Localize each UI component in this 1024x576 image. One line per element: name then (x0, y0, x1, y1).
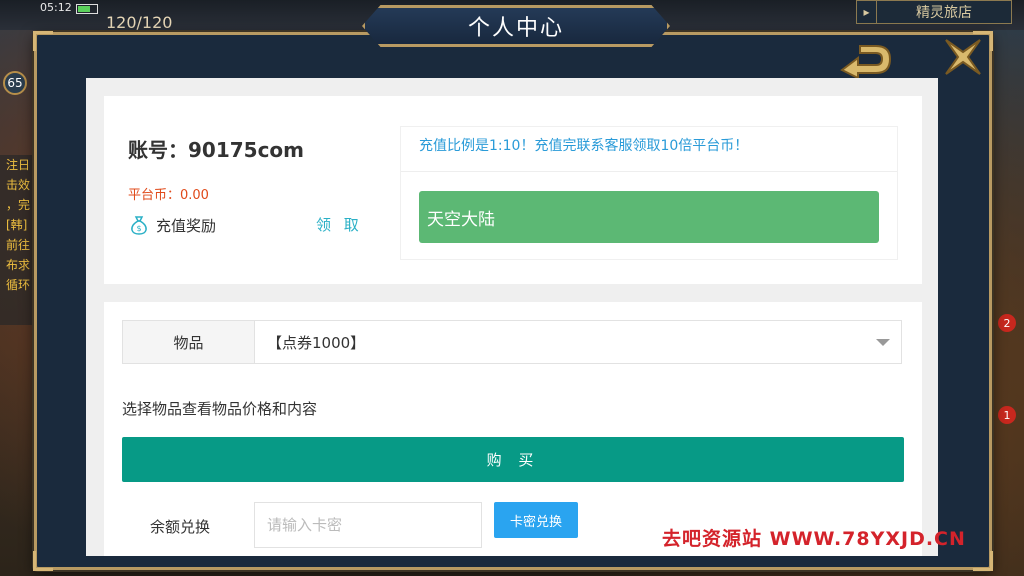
energy-counter: 120/120 (106, 13, 173, 32)
quest-text: 循环 (6, 278, 31, 292)
purchase-card: 物品 【点券1000】 选择物品查看物品价格和内容 购 买 余额兑换 卡密兑换 (104, 302, 922, 556)
quest-tracker[interactable]: 注日 击效 ，完 [韩] 前往 布求 循环 (0, 155, 34, 325)
frame-corner (33, 31, 53, 51)
money-bag-icon: $ (131, 216, 147, 235)
platform-coins: 平台币：0.00 (128, 188, 209, 203)
frame-corner (33, 551, 53, 571)
close-button[interactable] (938, 32, 988, 82)
chevron-down-icon (876, 338, 890, 346)
shop-button[interactable]: ▸ 精灵旅店 (856, 0, 1012, 24)
item-hint: 选择物品查看物品价格和内容 (122, 400, 318, 418)
quest-text: [韩] (6, 218, 28, 232)
quest-text: 注日 (6, 158, 31, 172)
expand-arrow-icon[interactable]: ▸ (857, 1, 877, 23)
quest-text: 击效 (6, 178, 31, 192)
notification-badge: 2 (998, 314, 1016, 332)
player-level-badge: 65 (3, 71, 27, 95)
quest-text: 布求 (6, 258, 31, 272)
frame-corner (973, 551, 993, 571)
shop-label: 精灵旅店 (916, 5, 972, 21)
buy-button[interactable]: 购 买 (122, 437, 904, 482)
item-select-value[interactable]: 【点券1000】 (255, 321, 865, 363)
server-button[interactable]: 天空大陆 (419, 191, 879, 243)
notification-badge: 1 (998, 406, 1016, 424)
card-code-input[interactable] (254, 502, 482, 548)
redeem-label: 余额兑换 (150, 518, 211, 536)
svg-text:$: $ (136, 224, 141, 233)
clock: 05:12 (40, 1, 72, 14)
account-card: 账号：90175com 平台币：0.00 $ 充值奖励 领 取 充值比例是1:1… (104, 96, 922, 284)
content-panel: 账号：90175com 平台币：0.00 $ 充值奖励 领 取 充值比例是1:1… (86, 78, 938, 556)
quest-text: ，完 (6, 198, 31, 212)
notice-box: 充值比例是1:10！充值完联系客服领取10倍平台币！ 天空大陆 (400, 126, 898, 260)
recharge-reward-label: 充值奖励 (156, 216, 217, 235)
back-button[interactable] (836, 40, 896, 80)
redeem-card-button[interactable]: 卡密兑换 (494, 502, 578, 538)
modal-title: 个人中心 (467, 16, 564, 41)
battery-icon (76, 4, 98, 14)
divider (401, 171, 897, 172)
claim-reward-link[interactable]: 领 取 (316, 214, 363, 235)
watermark: 去吧资源站 WWW.78YXJD.CN (662, 528, 966, 550)
account-id: 账号：90175com (128, 138, 305, 162)
close-icon[interactable] (940, 34, 986, 80)
item-select[interactable]: 物品 【点券1000】 (122, 320, 902, 364)
modal-title-plate: 个人中心 (362, 5, 670, 47)
recharge-notice: 充值比例是1:10！充值完联系客服领取10倍平台币！ (419, 138, 749, 154)
back-arrow-icon[interactable] (836, 40, 896, 80)
dropdown-caret[interactable] (865, 321, 901, 363)
recharge-reward-row: $ 充值奖励 (128, 214, 216, 236)
quest-text: 前往 (6, 238, 31, 252)
item-select-label: 物品 (123, 321, 255, 363)
